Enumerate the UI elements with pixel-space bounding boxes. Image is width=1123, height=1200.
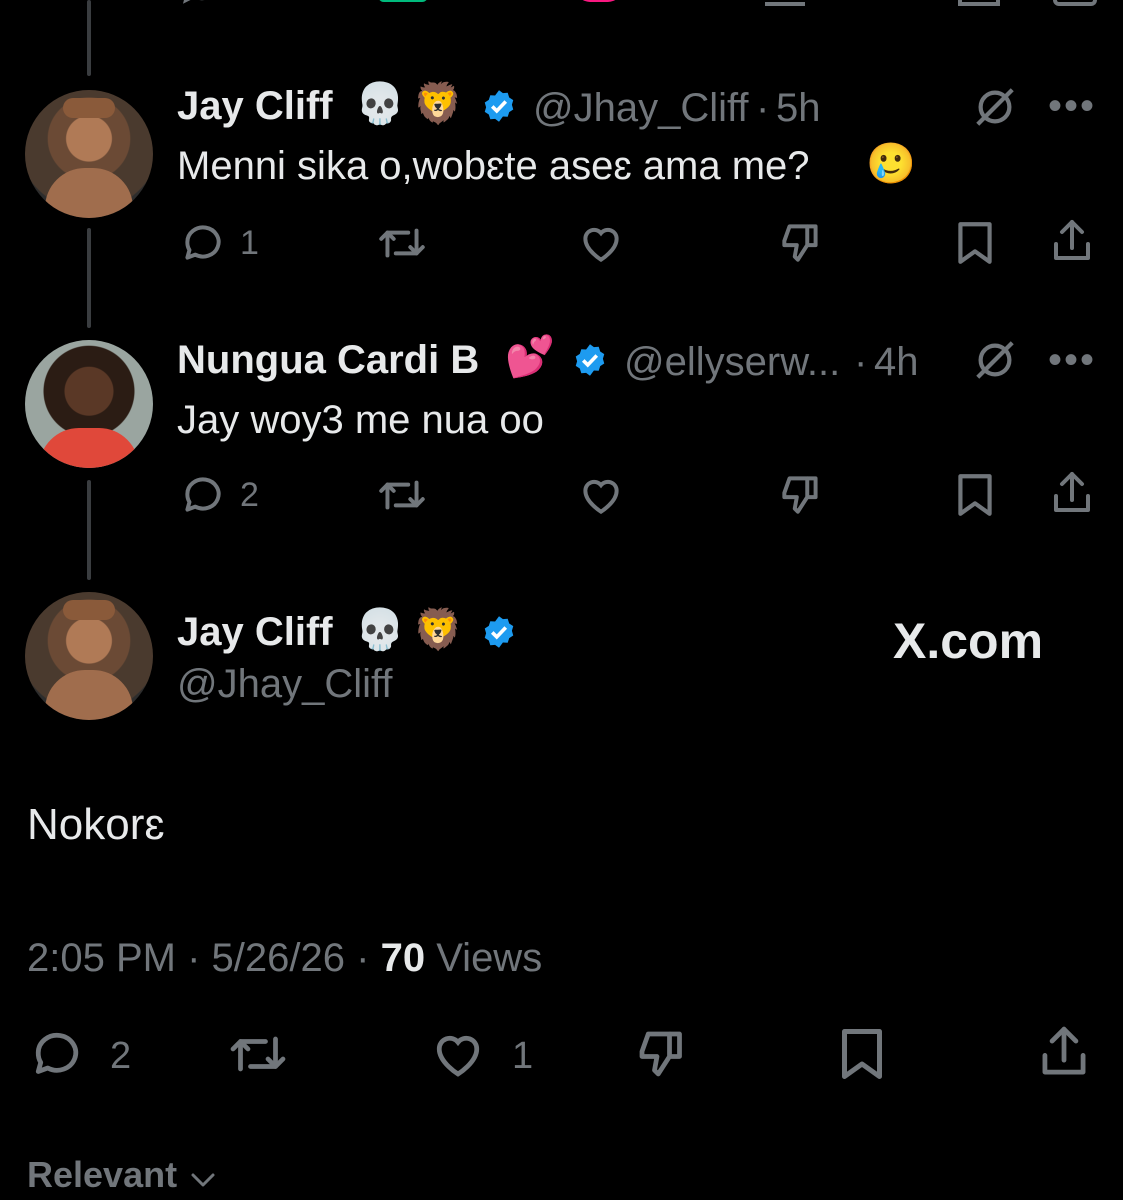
bookmark-icon[interactable]: [952, 470, 998, 520]
repost-icon[interactable]: [225, 1024, 291, 1084]
thread-line: [87, 228, 91, 328]
top-partial-share-icon[interactable]: [1053, 0, 1097, 6]
top-partial-views-icon[interactable]: [765, 0, 805, 6]
share-icon[interactable]: [1034, 1022, 1094, 1084]
top-partial-bookmark-icon[interactable]: [958, 0, 1000, 6]
tweet-text: Menni sika o,wobɛte aseɛ ama me?: [177, 144, 810, 188]
tweet-date[interactable]: 5/26/26: [212, 936, 345, 980]
reply-count: 2: [110, 1035, 132, 1077]
repost-icon[interactable]: [375, 218, 429, 268]
like-icon[interactable]: [576, 470, 626, 520]
more-options-icon[interactable]: •••: [1048, 86, 1096, 126]
author-name[interactable]: Nungua Cardi B: [177, 340, 479, 380]
top-partial-repost-icon[interactable]: [378, 0, 428, 2]
face-holding-back-tears-emoji: 🥲: [866, 142, 916, 186]
chevron-down-icon: [188, 1170, 218, 1195]
dislike-icon[interactable]: [776, 218, 826, 268]
grok-icon[interactable]: [972, 337, 1018, 383]
dislike-icon[interactable]: [632, 1024, 692, 1084]
tweet-time[interactable]: 5h: [776, 88, 821, 128]
bookmark-icon[interactable]: [952, 218, 998, 268]
avatar[interactable]: [25, 90, 153, 218]
like-icon[interactable]: [428, 1024, 488, 1084]
reply-count: 1: [240, 224, 259, 262]
tweet-time[interactable]: 4h: [874, 342, 919, 382]
repost-icon[interactable]: [375, 470, 429, 520]
author-handle[interactable]: @Jhay_Cliff: [177, 664, 393, 704]
avatar[interactable]: [25, 340, 153, 468]
author-handle[interactable]: @Jhay_Cliff: [533, 88, 749, 128]
reply-icon[interactable]: [178, 218, 228, 268]
thread-line: [87, 0, 91, 76]
separator: ·: [854, 340, 868, 384]
sort-label: Relevant: [27, 1154, 178, 1195]
verified-badge-icon[interactable]: [481, 88, 517, 124]
lion-emoji: 🦁: [413, 82, 463, 126]
top-partial-reply-icon[interactable]: [178, 0, 226, 8]
grok-icon[interactable]: [972, 84, 1018, 130]
two-hearts-emoji: 💕: [505, 335, 555, 379]
tweet-text: Nokorɛ: [27, 800, 165, 849]
reply-count: 2: [240, 476, 259, 514]
tweet-time[interactable]: 2:05 PM: [27, 936, 176, 980]
more-options-icon[interactable]: •••: [1048, 340, 1096, 380]
reply-icon[interactable]: [27, 1024, 87, 1084]
skull-emoji: 💀: [355, 608, 405, 652]
separator: ·: [756, 86, 770, 130]
skull-emoji: 💀: [355, 82, 405, 126]
avatar[interactable]: [25, 592, 153, 720]
verified-badge-icon[interactable]: [572, 342, 608, 378]
reply-icon[interactable]: [178, 470, 228, 520]
share-icon[interactable]: [1048, 216, 1096, 268]
lion-emoji: 🦁: [413, 608, 463, 652]
top-partial-like-icon[interactable]: [576, 0, 622, 2]
separator: ·: [187, 936, 201, 980]
author-handle[interactable]: @ellyserw...: [624, 342, 840, 382]
tweet-timestamp: 2:05 PM · 5/26/26 · 70 Views: [27, 938, 542, 978]
author-name[interactable]: Jay Cliff: [177, 86, 333, 126]
separator: ·: [356, 936, 370, 980]
thread-line: [87, 480, 91, 580]
bookmark-icon[interactable]: [834, 1024, 890, 1084]
like-icon[interactable]: [576, 218, 626, 268]
sort-replies-dropdown[interactable]: Relevant: [27, 1154, 218, 1196]
x-com-watermark: X.com: [893, 613, 1044, 669]
share-icon[interactable]: [1048, 468, 1096, 520]
tweet-text: Jay woy3 me nua oo: [177, 398, 544, 442]
views-count: 70: [380, 936, 426, 980]
dislike-icon[interactable]: [776, 470, 826, 520]
like-count: 1: [512, 1035, 534, 1077]
views-label: Views: [436, 936, 543, 980]
verified-badge-icon[interactable]: [481, 614, 517, 650]
author-name[interactable]: Jay Cliff: [177, 612, 333, 652]
